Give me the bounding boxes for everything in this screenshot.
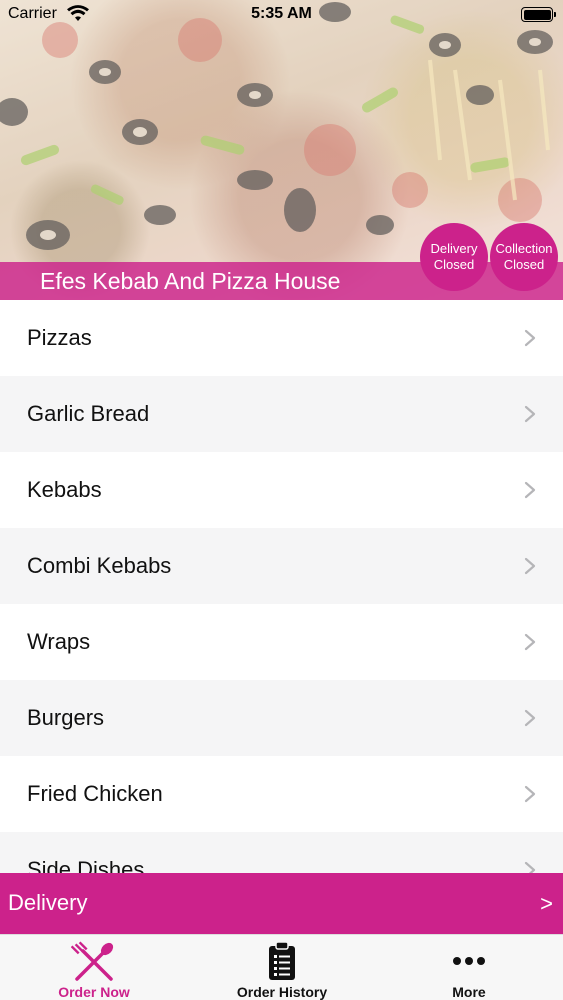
tab-bar: Order Now Order History More — [0, 934, 563, 1000]
collection-status-badge: Collection Closed — [490, 223, 558, 291]
battery-level — [523, 9, 551, 20]
menu-item-combi-kebabs[interactable]: Combi Kebabs — [0, 528, 563, 604]
menu-item-label: Wraps — [27, 629, 91, 654]
tab-order-history[interactable]: Order History — [188, 935, 376, 1000]
delivery-status-value: Closed — [433, 257, 475, 272]
menu-item-label: Fried Chicken — [27, 781, 163, 806]
restaurant-name: Efes Kebab And Pizza House — [40, 268, 341, 294]
tab-label: Order Now — [58, 984, 130, 1000]
tab-label: Order History — [236, 984, 328, 1000]
clock: 5:35 AM — [251, 5, 312, 22]
delivery-mode-bar[interactable]: Delivery > — [0, 873, 563, 934]
chevron-right-icon — [524, 329, 536, 347]
delivery-mode-label: Delivery — [8, 890, 88, 915]
menu-item-label: Combi Kebabs — [27, 553, 172, 578]
chevron-right-icon — [524, 709, 536, 727]
tab-order-now[interactable]: Order Now — [0, 935, 188, 1000]
menu-category-list[interactable]: Pizzas Garlic Bread Kebabs Combi Kebabs … — [0, 300, 563, 873]
menu-item-garlic-bread[interactable]: Garlic Bread — [0, 376, 563, 452]
menu-item-label: Garlic Bread — [27, 401, 150, 426]
chevron-right-icon: > — [540, 891, 553, 916]
menu-item-label: Kebabs — [27, 477, 102, 502]
chevron-right-icon — [524, 405, 536, 423]
delivery-status-badge: Delivery Closed — [420, 223, 488, 291]
chevron-right-icon — [524, 633, 536, 651]
collection-status-title: Collection — [495, 241, 553, 256]
menu-item-fried-chicken[interactable]: Fried Chicken — [0, 756, 563, 832]
fork-knife-icon — [71, 941, 114, 981]
menu-item-label: Side Dishes — [27, 857, 145, 873]
menu-item-label: Burgers — [27, 705, 105, 730]
battery-icon — [521, 7, 556, 22]
chevron-right-icon — [524, 557, 536, 575]
menu-item-burgers[interactable]: Burgers — [0, 680, 563, 756]
clipboard-list-icon — [269, 941, 295, 980]
collection-status-value: Closed — [503, 257, 545, 272]
menu-item-pizzas[interactable]: Pizzas — [0, 300, 563, 376]
delivery-status-title: Delivery — [430, 241, 478, 256]
chevron-right-icon — [524, 481, 536, 499]
more-dots-icon — [453, 957, 485, 965]
chevron-right-icon — [524, 861, 536, 873]
menu-item-side-dishes[interactable]: Side Dishes — [0, 832, 563, 873]
menu-item-label: Pizzas — [27, 325, 92, 350]
menu-item-wraps[interactable]: Wraps — [0, 604, 563, 680]
status-bar: Carrier 5:35 AM — [0, 0, 563, 30]
menu-item-kebabs[interactable]: Kebabs — [0, 452, 563, 528]
chevron-right-icon — [524, 785, 536, 803]
tab-label: More — [452, 984, 486, 1000]
tab-more[interactable]: More — [375, 935, 563, 1000]
